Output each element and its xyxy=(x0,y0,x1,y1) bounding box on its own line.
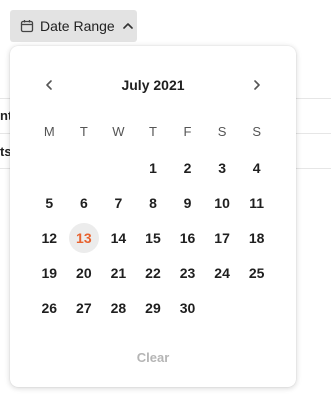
day-number: 18 xyxy=(248,229,265,246)
day-cell[interactable]: 2 xyxy=(170,150,205,185)
day-number: 9 xyxy=(183,194,192,211)
day-cell[interactable]: 15 xyxy=(136,220,171,255)
day-number: 7 xyxy=(114,194,123,211)
day-number: 5 xyxy=(45,194,54,211)
day-number: 28 xyxy=(110,299,127,316)
day-cell[interactable]: 28 xyxy=(101,290,136,325)
empty-day-cell xyxy=(101,150,136,185)
next-month-button[interactable] xyxy=(248,76,266,94)
day-number: 3 xyxy=(218,159,226,176)
day-cell[interactable]: 30 xyxy=(170,290,205,325)
weekday-label: W xyxy=(112,124,125,139)
day-cell[interactable]: 24 xyxy=(205,255,240,290)
day-number: 21 xyxy=(110,264,127,281)
day-cell[interactable]: 26 xyxy=(32,290,67,325)
day-cell[interactable]: 20 xyxy=(67,255,102,290)
day-cell[interactable]: 11 xyxy=(239,185,274,220)
day-number: 29 xyxy=(145,299,161,316)
empty-day-cell xyxy=(67,150,102,185)
weekday-header: M T W T F S S xyxy=(32,124,274,139)
day-cell[interactable]: 6 xyxy=(67,185,102,220)
empty-day-cell xyxy=(32,150,67,185)
day-cell[interactable]: 4 xyxy=(239,150,274,185)
day-number: 10 xyxy=(214,194,230,211)
day-cell[interactable]: 10 xyxy=(205,185,240,220)
day-cell[interactable]: 3 xyxy=(205,150,240,185)
date-picker-popover: July 2021 M T W T F S S 1 2 3 4 5 6 7 8 9 10 11 12 1… xyxy=(10,46,296,387)
day-number: 11 xyxy=(249,194,265,211)
weekday-label: S xyxy=(252,124,261,139)
day-number: 16 xyxy=(179,229,196,246)
day-number: 20 xyxy=(76,264,92,281)
date-range-button[interactable]: Date Range xyxy=(10,10,137,42)
day-number: 13 xyxy=(68,222,99,253)
day-cell[interactable]: 21 xyxy=(101,255,136,290)
day-number: 19 xyxy=(41,264,58,281)
weekday-label: T xyxy=(148,124,157,139)
day-number: 17 xyxy=(214,229,230,246)
chevron-up-icon xyxy=(122,20,134,32)
day-cell[interactable]: 22 xyxy=(136,255,171,290)
day-cell[interactable]: 23 xyxy=(170,255,205,290)
day-number: 6 xyxy=(79,194,88,211)
day-number: 8 xyxy=(149,194,157,211)
day-cell[interactable]: 1 xyxy=(136,150,171,185)
weekday-label: F xyxy=(183,124,192,139)
day-number: 25 xyxy=(248,264,265,281)
weekday-label: M xyxy=(43,124,55,139)
day-cell[interactable]: 16 xyxy=(170,220,205,255)
weekday-label: S xyxy=(217,124,227,139)
day-cell[interactable]: 8 xyxy=(136,185,171,220)
day-number: 27 xyxy=(76,299,92,316)
weekday-label: T xyxy=(79,124,88,139)
day-cell[interactable]: 19 xyxy=(32,255,67,290)
day-number: 23 xyxy=(179,264,196,281)
day-number: 22 xyxy=(145,264,161,281)
day-cell[interactable]: 5 xyxy=(32,185,67,220)
day-number: 26 xyxy=(41,299,58,316)
day-cell[interactable]: 9 xyxy=(170,185,205,220)
day-number: 15 xyxy=(145,229,161,246)
day-number: 24 xyxy=(214,264,230,281)
clear-button[interactable]: Clear xyxy=(10,350,296,365)
day-cell-today[interactable]: 13 xyxy=(67,220,102,255)
day-grid: 1 2 3 4 5 6 7 8 9 10 11 12 13 14 15 16 17 18 19 20 21 22 23 24 2… xyxy=(32,150,274,325)
day-cell[interactable]: 18 xyxy=(239,220,274,255)
day-number: 30 xyxy=(179,299,196,316)
calendar-icon xyxy=(20,19,34,33)
day-cell[interactable]: 14 xyxy=(101,220,136,255)
day-cell[interactable]: 17 xyxy=(205,220,240,255)
day-cell[interactable]: 27 xyxy=(67,290,102,325)
day-cell[interactable]: 29 xyxy=(136,290,171,325)
chevron-right-icon xyxy=(251,79,263,91)
day-number: 14 xyxy=(110,229,127,246)
day-cell[interactable]: 25 xyxy=(239,255,274,290)
day-number: 2 xyxy=(183,159,192,176)
day-number: 12 xyxy=(41,229,58,246)
date-range-label: Date Range xyxy=(40,18,115,34)
day-cell[interactable]: 12 xyxy=(32,220,67,255)
day-cell[interactable]: 7 xyxy=(101,185,136,220)
day-number: 4 xyxy=(252,159,261,176)
day-number: 1 xyxy=(149,159,157,176)
